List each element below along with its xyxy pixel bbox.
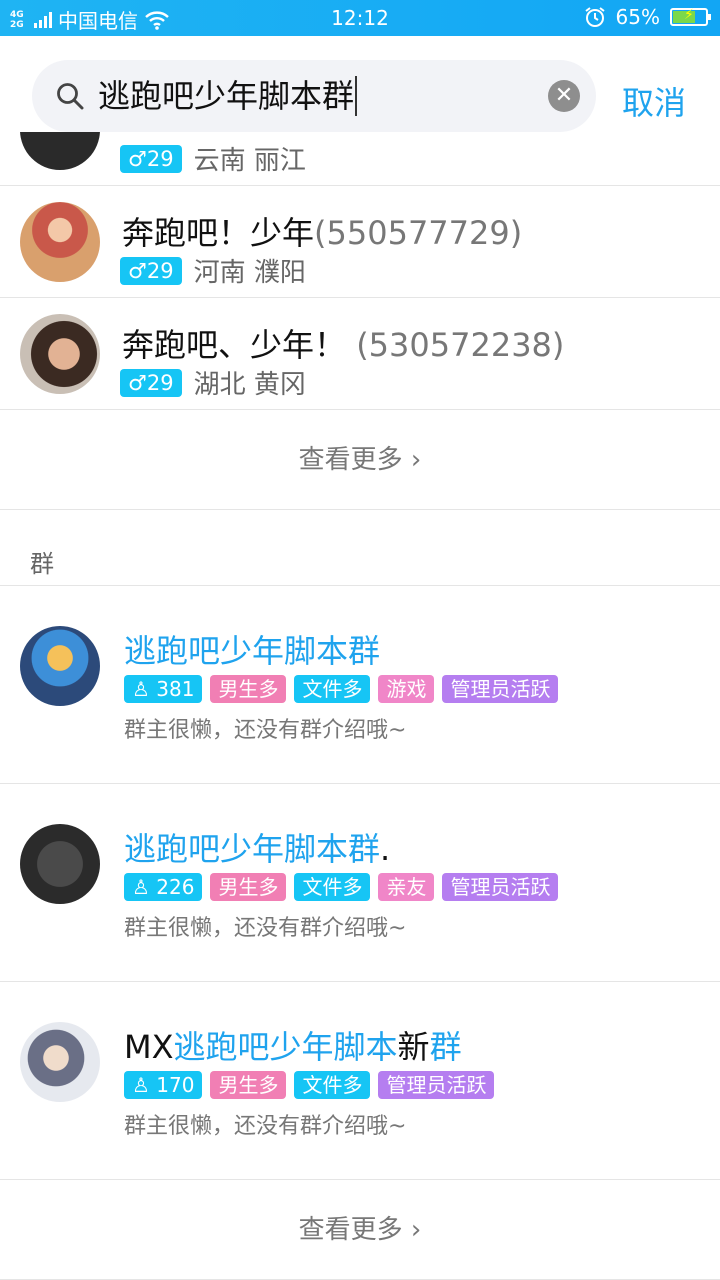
- person-location: 湖北 黄冈: [193, 370, 306, 400]
- search-header: 逃跑吧少年脚本群 ✕ 取消: [0, 36, 720, 132]
- group-description: 群主很懒，还没有群介绍哦~: [124, 718, 407, 743]
- search-query: 逃跑吧少年脚本群: [98, 76, 358, 116]
- group-description: 群主很懒，还没有群介绍哦~: [124, 916, 407, 941]
- tag: 男生多: [210, 873, 287, 901]
- chevron-right-icon: ›: [402, 1215, 422, 1245]
- tag: 文件多: [294, 675, 371, 703]
- group-name: 逃跑吧少年脚本群.: [124, 830, 391, 868]
- clear-icon[interactable]: ✕: [548, 80, 580, 112]
- gender-badge: ♂ 29: [120, 144, 182, 173]
- section-label: 群: [30, 550, 54, 578]
- avatar: [20, 1022, 100, 1102]
- tag: 管理员活跃: [442, 873, 559, 901]
- chevron-right-icon: ›: [402, 445, 422, 475]
- tag: 男生多: [210, 675, 287, 703]
- person-icon: ♙: [132, 677, 150, 701]
- search-icon: [57, 83, 84, 110]
- list-item-person-partial[interactable]: ♂ 29 云南 丽江: [0, 132, 720, 186]
- groups-section-header: 群: [0, 510, 720, 586]
- person-name: 奔跑吧、少年！ (530572238): [122, 326, 565, 364]
- battery-icon: ⚡: [670, 7, 711, 26]
- person-name: 奔跑吧！少年(550577729): [122, 214, 523, 252]
- group-name: MX逃跑吧少年脚本新群: [124, 1028, 462, 1066]
- alarm-icon: [584, 7, 605, 27]
- person-location: 云南 丽江: [193, 146, 306, 176]
- group-tags: ♙ 170 男生多 文件多 管理员活跃: [124, 1071, 495, 1099]
- member-count-badge: ♙ 170: [124, 1071, 203, 1099]
- group-description: 群主很懒，还没有群介绍哦~: [124, 1114, 407, 1139]
- see-more-people-button[interactable]: 查看更多 ›: [0, 410, 720, 510]
- person-meta: ♂ 29 河南 濮阳: [120, 252, 306, 289]
- avatar: [20, 132, 100, 170]
- avatar: [20, 314, 100, 394]
- avatar: [20, 626, 100, 706]
- list-item-group[interactable]: MX逃跑吧少年脚本新群 ♙ 170 男生多 文件多 管理员活跃 群主很懒，还没有…: [0, 982, 720, 1180]
- battery-percent: 65%: [615, 5, 660, 29]
- group-tags: ♙ 381 男生多 文件多 游戏 管理员活跃: [124, 675, 559, 703]
- list-item-group[interactable]: 逃跑吧少年脚本群. ♙ 226 男生多 文件多 亲友 管理员活跃 群主很懒，还没…: [0, 784, 720, 982]
- person-meta: ♂ 29 云南 丽江: [120, 140, 306, 177]
- person-icon: ♙: [132, 875, 150, 899]
- male-icon: ♂: [128, 258, 147, 283]
- avatar: [20, 202, 100, 282]
- list-item-person[interactable]: 奔跑吧！少年(550577729) ♂ 29 河南 濮阳: [0, 186, 720, 298]
- male-icon: ♂: [128, 370, 147, 395]
- cancel-button[interactable]: 取消: [622, 78, 686, 124]
- tag: 亲友: [378, 873, 435, 901]
- group-name: 逃跑吧少年脚本群: [124, 632, 381, 670]
- see-more-groups-button[interactable]: 查看更多 ›: [0, 1180, 720, 1280]
- gender-badge: ♂ 29: [120, 256, 182, 285]
- search-input[interactable]: 逃跑吧少年脚本群 ✕: [32, 60, 596, 132]
- member-count-badge: ♙ 226: [124, 873, 203, 901]
- search-results[interactable]: ♂ 29 云南 丽江 奔跑吧！少年(550577729) ♂ 29 河南 濮阳 奔跑…: [0, 132, 720, 1280]
- status-right: 65% ⚡: [584, 5, 711, 29]
- status-bar: 4G 2G 中国电信 12:12 65% ⚡: [0, 0, 720, 36]
- tag: 管理员活跃: [442, 675, 559, 703]
- tag: 文件多: [294, 873, 371, 901]
- group-tags: ♙ 226 男生多 文件多 亲友 管理员活跃: [124, 873, 559, 901]
- tag: 管理员活跃: [378, 1071, 495, 1099]
- avatar: [20, 824, 100, 904]
- member-count-badge: ♙ 381: [124, 675, 203, 703]
- tag: 游戏: [378, 675, 435, 703]
- person-icon: ♙: [132, 1073, 150, 1097]
- list-item-group[interactable]: 逃跑吧少年脚本群 ♙ 381 男生多 文件多 游戏 管理员活跃 群主很懒，还没有…: [0, 586, 720, 784]
- gender-badge: ♂ 29: [120, 368, 182, 397]
- tag: 男生多: [210, 1071, 287, 1099]
- tag: 文件多: [294, 1071, 371, 1099]
- person-meta: ♂ 29 湖北 黄冈: [120, 364, 306, 401]
- list-item-person[interactable]: 奔跑吧、少年！ (530572238) ♂ 29 湖北 黄冈: [0, 298, 720, 410]
- person-location: 河南 濮阳: [193, 258, 306, 288]
